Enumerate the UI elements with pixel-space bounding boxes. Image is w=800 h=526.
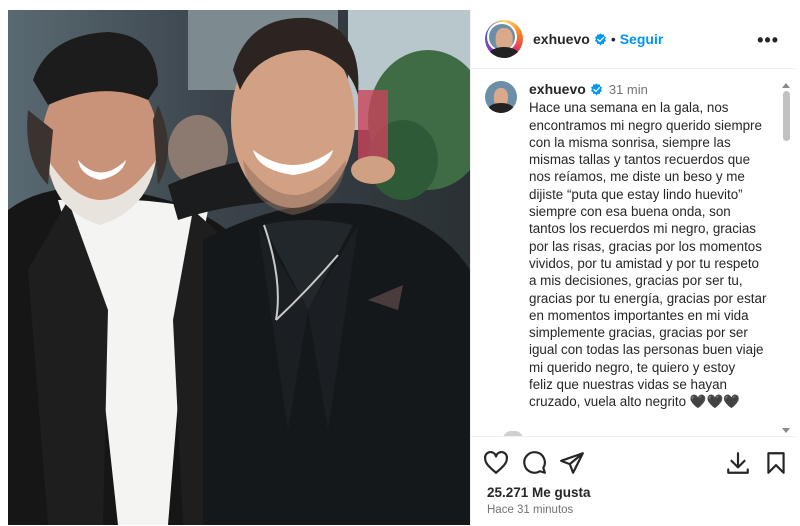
caption-comment: exhuevo 31 min Hace una semana en la gal… xyxy=(471,69,795,411)
separator-dot: • xyxy=(610,31,616,47)
caption-username[interactable]: exhuevo xyxy=(529,81,586,98)
more-options-icon[interactable]: ••• xyxy=(757,30,779,51)
verified-badge-icon xyxy=(594,32,606,46)
author-avatar[interactable] xyxy=(485,20,523,58)
post-photo[interactable] xyxy=(8,10,470,525)
bookmark-icon[interactable] xyxy=(763,450,789,476)
follow-button[interactable]: Seguir xyxy=(620,31,664,47)
caption-text: Hace una semana en la gala, nos encontra… xyxy=(529,100,767,410)
photo-illustration xyxy=(8,10,470,525)
comments-area[interactable]: exhuevo 31 min Hace una semana en la gal… xyxy=(471,69,795,436)
post-header: exhuevo • Seguir ••• xyxy=(471,10,795,69)
caption-timestamp: 31 min xyxy=(608,82,648,97)
heart-icon[interactable] xyxy=(483,450,509,476)
scroll-up-arrow-icon[interactable] xyxy=(782,83,790,88)
post-timestamp: Hace 31 minutos xyxy=(487,504,574,516)
scroll-thumb[interactable] xyxy=(783,91,790,141)
download-icon[interactable] xyxy=(725,450,751,476)
author-username[interactable]: exhuevo xyxy=(533,31,590,47)
likes-count[interactable]: 25.271 Me gusta xyxy=(487,485,591,500)
caption-author-avatar[interactable] xyxy=(485,81,517,113)
send-icon[interactable] xyxy=(559,450,585,476)
comments-scrollbar[interactable] xyxy=(782,83,791,433)
comment-icon[interactable] xyxy=(521,450,547,476)
post-actions: 25.271 Me gusta Hace 31 minutos xyxy=(471,436,795,526)
instagram-post-modal: exhuevo • Seguir ••• exhuevo 31 min Hace… xyxy=(8,10,795,525)
post-side-panel: exhuevo • Seguir ••• exhuevo 31 min Hace… xyxy=(470,10,795,525)
verified-badge-icon xyxy=(590,83,602,96)
scroll-down-arrow-icon[interactable] xyxy=(782,428,790,433)
